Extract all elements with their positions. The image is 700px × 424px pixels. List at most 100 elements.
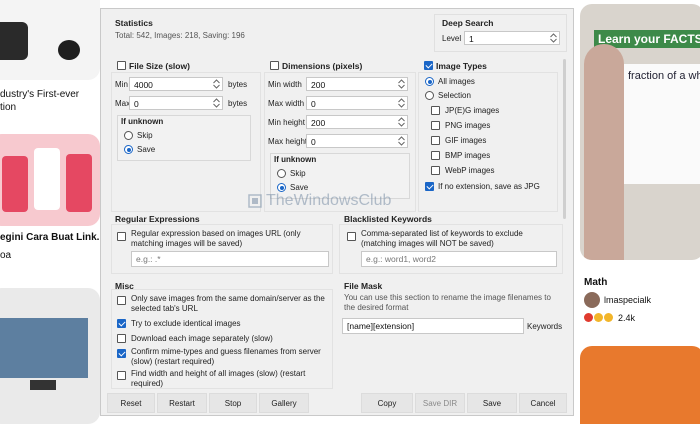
jpeg-checkbox[interactable]: [431, 106, 440, 115]
button-bar: Reset Restart Stop Gallery Copy Save DIR…: [101, 391, 573, 415]
pin-title[interactable]: Math: [584, 276, 607, 289]
gif-checkbox[interactable]: [431, 136, 440, 145]
find-dimensions-checkbox[interactable]: [117, 371, 126, 380]
max-height-label: Max height: [268, 137, 308, 146]
dimensions-if-unknown-label: If unknown: [274, 155, 317, 164]
webp-checkbox[interactable]: [431, 166, 440, 175]
reset-button[interactable]: Reset: [107, 393, 155, 413]
file-size-save-label: Save: [137, 145, 156, 154]
background-left-column: dustry's First-ever tion egini Cara Buat…: [0, 0, 100, 424]
keywords-label[interactable]: Keywords: [527, 322, 562, 332]
blacklist-checkbox[interactable]: [347, 232, 356, 241]
max-size-input[interactable]: 0: [129, 96, 223, 110]
reaction-count: 2.4k: [618, 313, 636, 323]
dimensions-skip-label: Skip: [290, 169, 306, 178]
file-size-save-radio[interactable]: [124, 145, 133, 154]
exclude-identical-checkbox[interactable]: [117, 319, 126, 328]
file-mask-title: File Mask: [344, 281, 383, 291]
confirm-mime-checkbox[interactable]: [117, 349, 126, 358]
watermark-text: TheWindowsClub: [266, 192, 392, 209]
background-caption[interactable]: egini Cara Buat Link...: [0, 231, 100, 244]
image-types-scrollbar[interactable]: [563, 59, 566, 219]
file-size-skip-label: Skip: [137, 131, 153, 140]
dimensions-save-radio[interactable]: [277, 183, 286, 192]
deep-search-level-input[interactable]: 1: [464, 31, 560, 45]
file-size-title: File Size (slow): [129, 61, 190, 71]
gallery-button[interactable]: Gallery: [259, 393, 309, 413]
spinner-icon[interactable]: [397, 117, 406, 127]
avatar[interactable]: [584, 292, 600, 308]
file-mask-input[interactable]: [name][extension]: [342, 318, 524, 334]
spinner-icon[interactable]: [397, 136, 406, 146]
download-separately-label: Download each image separately (slow): [131, 334, 273, 343]
save-button[interactable]: Save: [467, 393, 517, 413]
dimensions-skip-radio[interactable]: [277, 169, 286, 178]
jpeg-label: JP(E)G images: [445, 106, 500, 115]
all-images-label: All images: [438, 77, 475, 86]
confirm-mime-label: Confirm mime-types and guess filenames f…: [131, 347, 321, 366]
spinner-icon[interactable]: [212, 98, 221, 108]
find-dimensions-label: Find width and height of all images (slo…: [131, 369, 306, 388]
min-width-value: 200: [311, 80, 326, 90]
blacklist-input[interactable]: e.g.: word1, word2: [361, 251, 557, 267]
phone-screens-image[interactable]: [0, 134, 100, 226]
no-extension-jpg-label: If no extension, save as JPG: [438, 182, 540, 191]
orange-pin-image[interactable]: [580, 346, 700, 424]
speaker-product-image: [0, 0, 100, 80]
background-caption[interactable]: dustry's First-ever: [0, 88, 79, 101]
monitor-product-image[interactable]: [0, 288, 100, 424]
max-size-label: Max: [115, 99, 131, 108]
spinner-icon[interactable]: [212, 79, 221, 89]
max-width-label: Max width: [268, 99, 305, 108]
pin-user-name[interactable]: lmaspecialk: [604, 294, 651, 307]
min-width-input[interactable]: 200: [306, 77, 408, 91]
level-value: 1: [469, 34, 474, 44]
selection-radio[interactable]: [425, 91, 434, 100]
webp-label: WebP images: [445, 166, 495, 175]
min-height-label: Min height: [268, 118, 305, 127]
file-size-checkbox[interactable]: [117, 61, 126, 70]
background-caption: oa: [0, 250, 12, 261]
teacher-video-thumbnail[interactable]: Learn your FACTS fraction of a whole: [580, 4, 700, 260]
dimensions-checkbox[interactable]: [270, 61, 279, 70]
download-separately-checkbox[interactable]: [117, 334, 126, 343]
restart-button[interactable]: Restart: [157, 393, 207, 413]
image-types-title: Image Types: [436, 61, 487, 71]
file-size-if-unknown-label: If unknown: [121, 117, 164, 126]
board-text: fraction of a whole: [628, 70, 700, 82]
min-size-input[interactable]: 4000: [129, 77, 223, 91]
max-height-input[interactable]: 0: [306, 134, 408, 148]
regex-input[interactable]: e.g.: .*: [131, 251, 329, 267]
watermark: TheWindowsClub: [248, 192, 391, 210]
same-domain-checkbox[interactable]: [117, 296, 126, 305]
stop-button[interactable]: Stop: [209, 393, 257, 413]
min-size-unit: bytes: [228, 80, 248, 89]
dimensions-title: Dimensions (pixels): [282, 61, 363, 71]
image-types-checkbox[interactable]: [424, 61, 433, 70]
cancel-button[interactable]: Cancel: [519, 393, 567, 413]
max-width-input[interactable]: 0: [306, 96, 408, 110]
max-width-value: 0: [311, 99, 316, 109]
same-domain-label: Only save images from the same domain/se…: [131, 294, 325, 313]
png-checkbox[interactable]: [431, 121, 440, 130]
bmp-checkbox[interactable]: [431, 151, 440, 160]
max-size-unit: bytes: [228, 99, 248, 108]
gif-label: GIF images: [445, 136, 487, 145]
min-size-value: 4000: [134, 80, 153, 90]
spinner-icon[interactable]: [397, 79, 406, 89]
watermark-logo-icon: [248, 194, 262, 208]
min-width-label: Min width: [268, 80, 302, 89]
all-images-radio[interactable]: [425, 77, 434, 86]
copy-button[interactable]: Copy: [361, 393, 413, 413]
background-caption[interactable]: tion: [0, 101, 16, 114]
spinner-icon[interactable]: [397, 98, 406, 108]
selection-label: Selection: [438, 91, 471, 100]
spinner-icon[interactable]: [549, 33, 558, 43]
file-size-skip-radio[interactable]: [124, 131, 133, 140]
regex-checkbox[interactable]: [117, 232, 126, 241]
image-downloader-settings-dialog: Statistics Total: 542, Images: 218, Savi…: [100, 8, 574, 416]
min-height-input[interactable]: 200: [306, 115, 408, 129]
save-dir-button[interactable]: Save DIR: [415, 393, 465, 413]
no-extension-jpg-checkbox[interactable]: [425, 182, 434, 191]
blacklist-label: Comma-separated list of keywords to excl…: [361, 229, 523, 248]
